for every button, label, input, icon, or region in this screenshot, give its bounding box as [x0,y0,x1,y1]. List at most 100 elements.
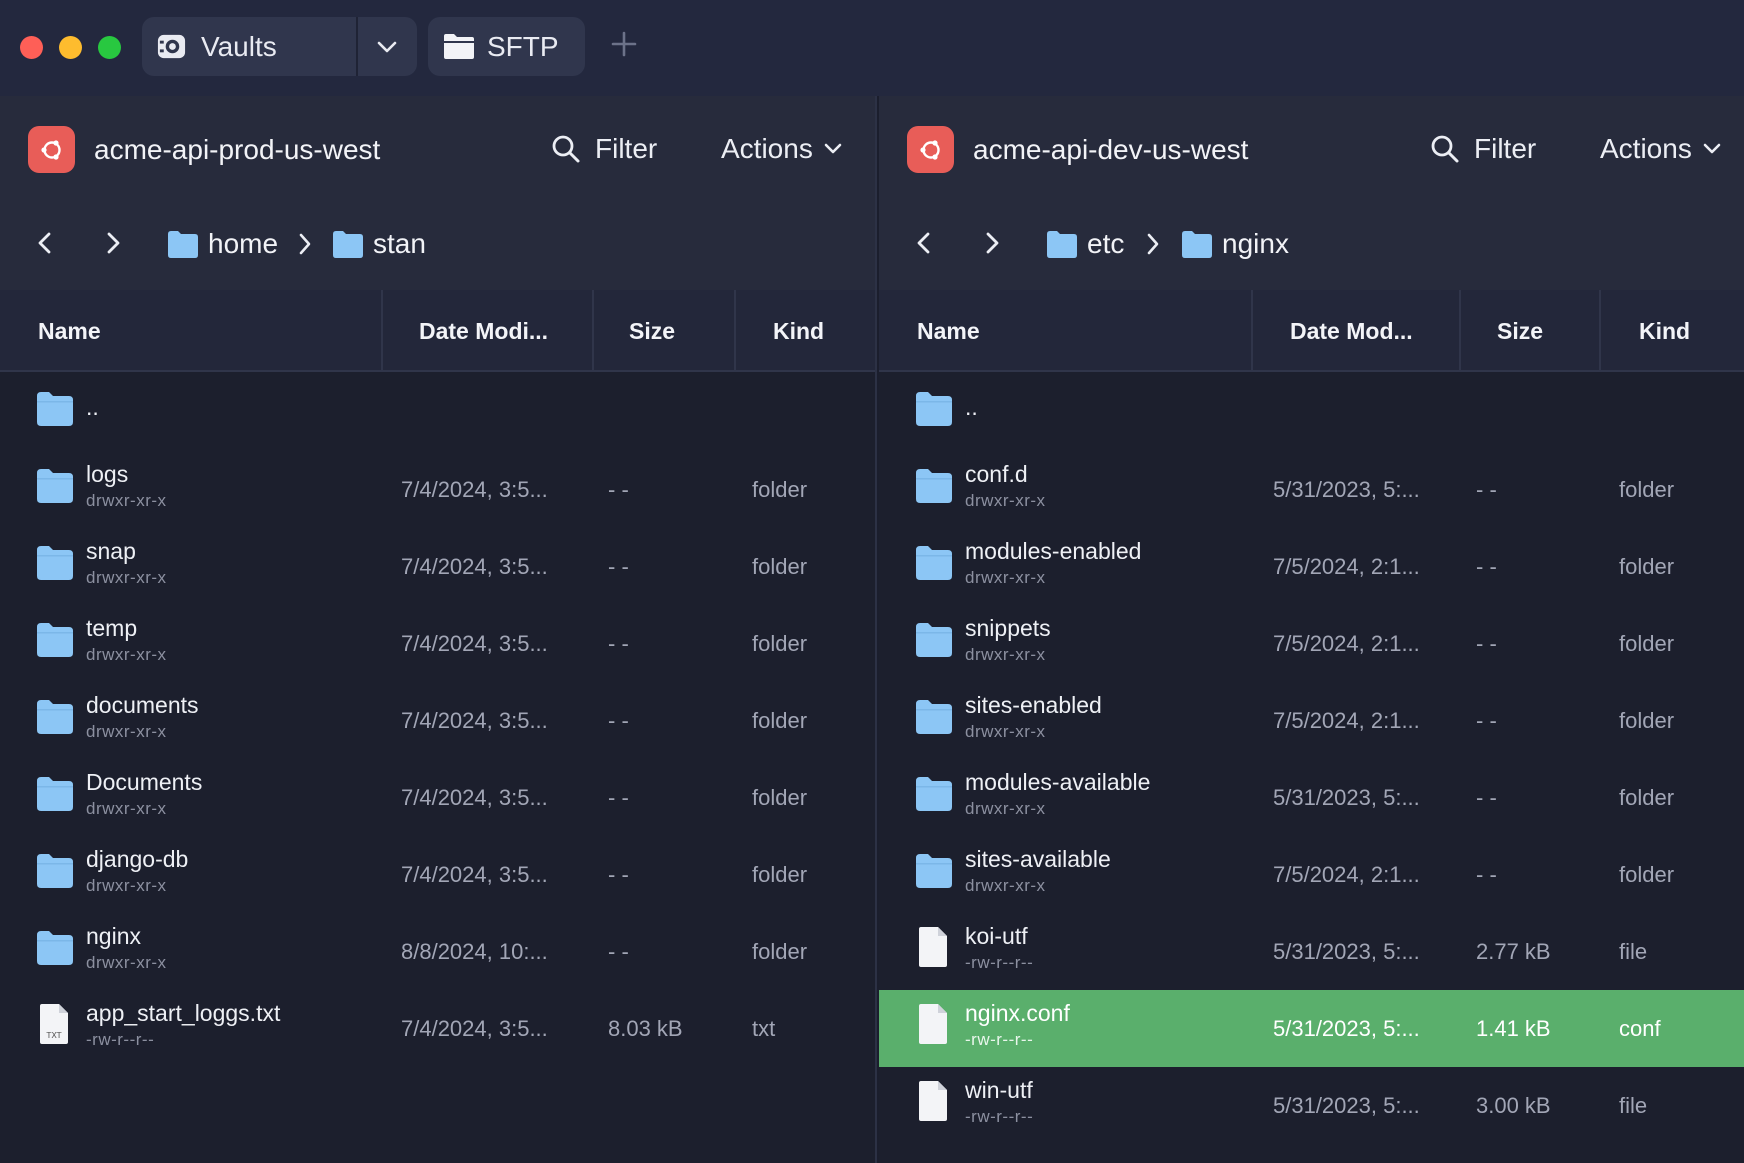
file-name: sites-available [965,846,1111,872]
file-icon [919,927,947,967]
breadcrumb-label: etc [1087,228,1125,259]
parent-directory-row[interactable]: .. [0,374,875,451]
file-row[interactable]: snippets drwxr-xr-x 7/5/2024, 2:1... - - fol… [879,605,1744,682]
host-name: acme-api-dev-us-west [973,134,1249,165]
folder-icon [916,700,952,734]
folder-icon [916,623,952,657]
file-kind: folder [752,708,808,733]
column-kind[interactable]: Kind [1639,290,1690,372]
file-row[interactable]: TXT app_start_loggs.txt -rw-r--r-- 7/4/2024… [0,990,875,1067]
file-row[interactable]: documents drwxr-xr-x 7/4/2024, 3:5... - - fo… [0,682,875,759]
folder-icon [916,854,952,888]
file-kind: conf [1619,1016,1661,1041]
file-row[interactable]: modules-enabled drwxr-xr-x 7/5/2024, 2:1..… [879,528,1744,605]
column-name[interactable]: Name [38,290,101,372]
back-arrow-icon[interactable] [913,230,935,256]
file-permissions: -rw-r--r-- [86,1030,155,1049]
file-row[interactable]: koi-utf -rw-r--r-- 5/31/2023, 5:... 2.77 kB… [879,913,1744,990]
file-row[interactable]: sites-available drwxr-xr-x 7/5/2024, 2:1..… [879,836,1744,913]
column-size[interactable]: Size [1497,290,1543,372]
file-name: koi-utf [965,923,1028,949]
file-kind: file [1619,939,1648,964]
ubuntu-host-icon [907,126,954,173]
column-divider[interactable] [734,290,736,372]
parent-directory-row[interactable]: .. [879,374,1744,451]
file-size: - - [608,939,629,964]
file-row[interactable]: django-db drwxr-xr-x 7/4/2024, 3:5... - - fo… [0,836,875,913]
folder-icon [916,392,952,426]
breadcrumb-stan[interactable]: stan [333,228,426,260]
column-size[interactable]: Size [629,290,675,372]
file-date-modified: 5/31/2023, 5:... [1273,477,1420,502]
actions-menu-button[interactable]: Actions [1600,132,1722,166]
filter-button[interactable]: Filter [1430,132,1536,166]
breadcrumb-nginx[interactable]: nginx [1182,228,1289,260]
breadcrumb-label: stan [373,228,426,259]
file-date-modified: 7/5/2024, 2:1... [1273,708,1420,733]
file-date-modified: 7/4/2024, 3:5... [401,785,548,810]
svg-text:TXT: TXT [45,1031,61,1040]
file-permissions: drwxr-xr-x [965,568,1046,587]
file-date-modified: 5/31/2023, 5:... [1273,1093,1420,1118]
file-permissions: -rw-r--r-- [965,953,1034,972]
file-row[interactable]: Documents drwxr-xr-x 7/4/2024, 3:5... - - fo… [0,759,875,836]
file-permissions: drwxr-xr-x [965,722,1046,741]
file-row[interactable]: temp drwxr-xr-x 7/4/2024, 3:5... - - folder [0,605,875,682]
filter-label: Filter [1474,133,1537,164]
chevron-down-icon[interactable] [374,34,400,60]
file-row[interactable]: logs drwxr-xr-x 7/4/2024, 3:5... - - folder [0,451,875,528]
file-name: django-db [86,846,189,872]
folder-icon [37,623,73,657]
zoom-window-button[interactable] [98,36,121,59]
back-arrow-icon[interactable] [34,230,56,256]
file-row[interactable]: nginx.conf -rw-r--r-- 5/31/2023, 5:... 1.41… [879,990,1744,1067]
column-header: Name Date Mod... Size Kind [879,290,1744,372]
tab-sftp[interactable]: SFTP [428,17,585,76]
file-row[interactable]: modules-available drwxr-xr-x 5/31/2023, 5:… [879,759,1744,836]
forward-arrow-icon[interactable] [102,230,124,256]
actions-label: Actions [721,133,813,164]
folder-icon [333,230,363,258]
column-divider[interactable] [1459,290,1461,372]
breadcrumb-home[interactable]: home [168,228,278,260]
new-tab-plus-icon[interactable] [610,30,638,58]
file-row[interactable]: snap drwxr-xr-x 7/4/2024, 3:5... - - folder [0,528,875,605]
column-divider[interactable] [381,290,383,372]
folder-icon [37,931,73,965]
column-divider[interactable] [1251,290,1253,372]
file-date-modified: 7/4/2024, 3:5... [401,477,548,502]
file-permissions: drwxr-xr-x [965,645,1046,664]
breadcrumb-label: nginx [1222,228,1289,259]
column-date-modified[interactable]: Date Modi... [419,290,548,372]
column-divider[interactable] [1599,290,1601,372]
forward-arrow-icon[interactable] [981,230,1003,256]
file-size: 8.03 kB [608,1016,683,1041]
close-window-button[interactable] [20,36,43,59]
file-date-modified: 7/4/2024, 3:5... [401,631,548,656]
column-kind[interactable]: Kind [773,290,824,372]
column-date-modified[interactable]: Date Mod... [1290,290,1413,372]
column-divider[interactable] [592,290,594,372]
search-icon [552,135,580,163]
actions-menu-button[interactable]: Actions [721,132,843,166]
file-date-modified: 7/5/2024, 2:1... [1273,631,1420,656]
minimize-window-button[interactable] [59,36,82,59]
file-name: sites-enabled [965,692,1102,718]
tab-vaults[interactable]: Vaults [142,17,417,76]
column-name[interactable]: Name [917,290,980,372]
right-pane-header: acme-api-dev-us-west Filter Actions etc [879,96,1744,290]
filter-button[interactable]: Filter [551,132,657,166]
file-permissions: drwxr-xr-x [86,876,167,895]
file-icon [919,1081,947,1121]
file-name: logs [86,461,129,487]
file-size: - - [1476,554,1497,579]
file-row[interactable]: nginx drwxr-xr-x 8/8/2024, 10:... - - folder [0,913,875,990]
file-row[interactable]: win-utf -rw-r--r-- 5/31/2023, 5:... 3.00 kB… [879,1067,1744,1144]
breadcrumb-etc[interactable]: etc [1047,228,1124,260]
text-file-icon: TXT [40,1004,68,1044]
file-name: modules-available [965,769,1151,795]
file-row[interactable]: sites-enabled drwxr-xr-x 7/5/2024, 2:1... -… [879,682,1744,759]
file-row[interactable]: conf.d drwxr-xr-x 5/31/2023, 5:... - - folde… [879,451,1744,528]
file-date-modified: 5/31/2023, 5:... [1273,785,1420,810]
left-pane-header: acme-api-prod-us-west Filter Actions hom… [0,96,875,290]
